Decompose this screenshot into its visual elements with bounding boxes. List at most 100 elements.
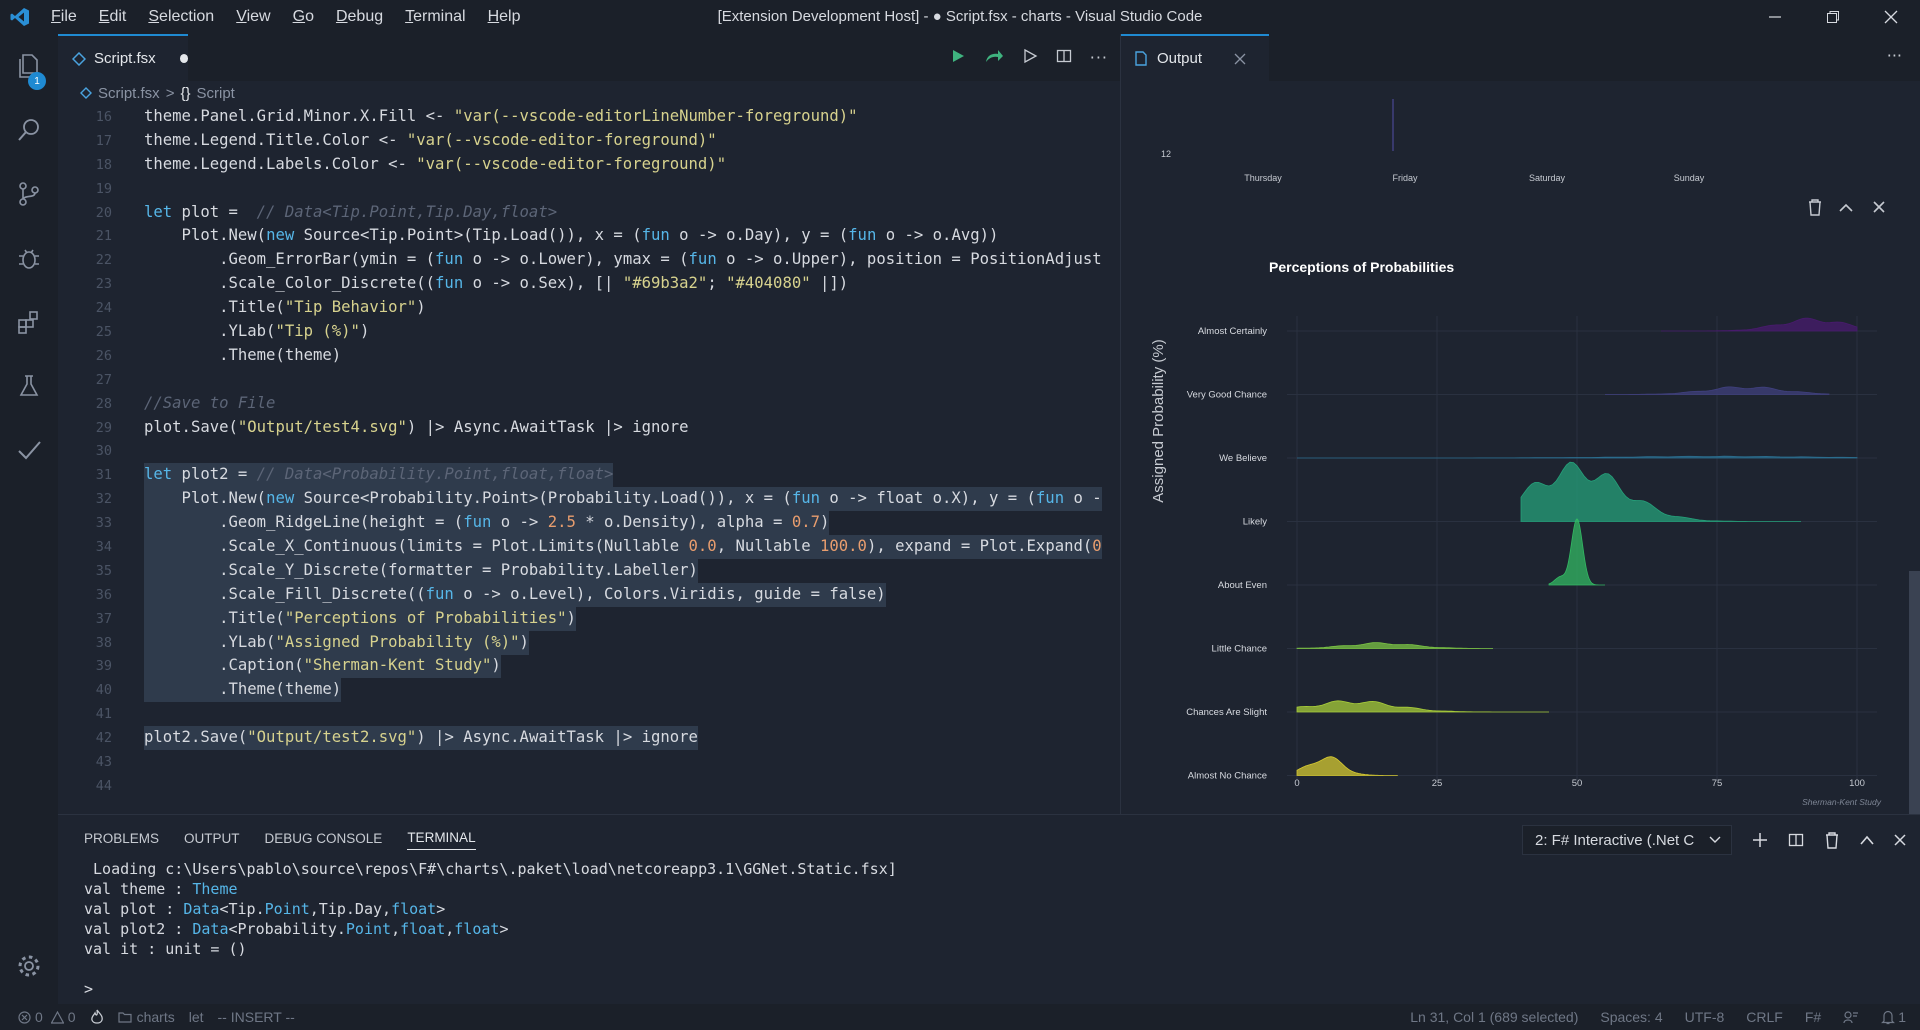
tab-output[interactable]: Output (1121, 34, 1269, 81)
testing-flask-icon[interactable] (0, 354, 58, 418)
code-editor[interactable]: 16 theme.Panel.Grid.Minor.X.Fill <- "var(… (58, 105, 1120, 798)
line-text: theme.Panel.Grid.Minor.X.Fill <- "var(--… (144, 107, 858, 125)
menu-file[interactable]: File (40, 0, 88, 34)
debug-icon[interactable] (0, 226, 58, 290)
panel-tab-problems[interactable]: PROBLEMS (84, 831, 159, 850)
code-line[interactable]: 20 let plot = // Data<Tip.Point,Tip.Day,f… (58, 201, 1120, 225)
trash-icon[interactable] (1809, 199, 1821, 216)
code-line[interactable]: 28 //Save to File (58, 392, 1120, 416)
code-line[interactable]: 37 .Title("Perceptions of Probabilities"… (58, 606, 1120, 631)
code-line[interactable]: 33 .Geom_RidgeLine(height = (fun o -> 2.… (58, 511, 1120, 536)
more-actions-icon[interactable]: ··· (1090, 48, 1108, 67)
line-text: .Geom_ErrorBar(ymin = (fun o -> o.Lower)… (144, 250, 1102, 269)
panel-tab-terminal[interactable]: TERMINAL (407, 830, 476, 850)
run-forward-icon[interactable] (984, 48, 1004, 68)
checkmark-icon[interactable] (0, 418, 58, 482)
code-line[interactable]: 44 (58, 774, 1120, 798)
category-label: Almost No Chance (1188, 771, 1267, 782)
add-terminal-icon[interactable] (1752, 832, 1768, 848)
line-number: 43 (95, 754, 112, 771)
run-icon[interactable] (950, 48, 966, 68)
chevron-right-icon: > (165, 84, 175, 102)
terminal-select[interactable]: 2: F# Interactive (.Net C (1522, 825, 1732, 855)
close-window-icon[interactable] (1862, 0, 1920, 34)
code-line[interactable]: 36 .Scale_Fill_Discrete((fun o -> o.Leve… (58, 582, 1120, 607)
flame-icon[interactable] (90, 1009, 104, 1025)
code-line[interactable]: 18 theme.Legend.Labels.Color <- "var(--vs… (58, 153, 1120, 177)
menu-edit[interactable]: Edit (88, 0, 138, 34)
maximize-panel-icon[interactable] (1860, 834, 1874, 846)
code-line[interactable]: 30 (58, 439, 1120, 463)
split-editor-icon[interactable] (1056, 48, 1072, 68)
code-line[interactable]: 43 (58, 750, 1120, 774)
menu-help[interactable]: Help (477, 0, 532, 34)
chevron-up-icon[interactable] (1839, 203, 1853, 212)
notifications-status[interactable]: 1 (1881, 1009, 1906, 1025)
close-tab-icon[interactable] (1234, 53, 1246, 65)
explorer-badge: 1 (28, 72, 46, 90)
terminal-text: <Tip.Point,Tip.Day,float> (219, 900, 446, 918)
panel-tab-debug-console[interactable]: DEBUG CONSOLE (265, 831, 383, 850)
minimize-icon[interactable] (1746, 0, 1804, 34)
chart-view: 12 Thursday Friday Saturday Sunday Perceptio… (1121, 81, 1920, 814)
terminal-output[interactable]: Loading c:\Users\pablo\source\repos\F#\c… (84, 859, 897, 999)
eol-status[interactable]: CRLF (1746, 1009, 1783, 1025)
menu-debug[interactable]: Debug (325, 0, 394, 34)
code-line[interactable]: 23 .Scale_Color_Discrete((fun o -> o.Sex… (58, 272, 1120, 296)
split-terminal-icon[interactable] (1788, 832, 1804, 848)
code-line[interactable]: 16 theme.Panel.Grid.Minor.X.Fill <- "var(… (58, 105, 1120, 129)
folder-status[interactable]: charts (117, 1009, 175, 1025)
explorer-icon[interactable]: 1 (0, 34, 58, 98)
unsaved-dot-icon[interactable] (179, 54, 188, 63)
encoding-status[interactable]: UTF-8 (1685, 1009, 1725, 1025)
cursor-position[interactable]: Ln 31, Col 1 (689 selected) (1410, 1009, 1578, 1025)
run-outline-icon[interactable] (1022, 48, 1038, 68)
indentation-status[interactable]: Spaces: 4 (1600, 1009, 1662, 1025)
code-line[interactable]: 21 Plot.New(new Source<Tip.Point>(Tip.Lo… (58, 224, 1120, 248)
search-icon[interactable] (0, 98, 58, 162)
problems-status[interactable]: 0 0 (18, 1009, 76, 1025)
tab-script-fsx[interactable]: Script.fsx (58, 34, 188, 81)
menu-terminal[interactable]: Terminal (394, 0, 476, 34)
code-line[interactable]: 39 .Caption("Sherman-Kent Study") (58, 654, 1120, 679)
code-line[interactable]: 29 plot.Save("Output/test4.svg") |> Async… (58, 416, 1120, 440)
code-line[interactable]: 24 .Title("Tip Behavior") (58, 296, 1120, 320)
close-panel-icon[interactable] (1894, 834, 1906, 846)
terminal-type: Theme (192, 880, 238, 898)
line-number: 42 (95, 730, 112, 747)
line-number: 44 (95, 777, 112, 794)
code-line[interactable]: 27 (58, 368, 1120, 392)
language-status[interactable]: F# (1805, 1009, 1821, 1025)
menu-selection[interactable]: Selection (137, 0, 225, 34)
restore-icon[interactable] (1804, 0, 1862, 34)
code-line[interactable]: 19 (58, 177, 1120, 201)
code-line[interactable]: 25 .YLab("Tip (%)") (58, 320, 1120, 344)
scrollbar[interactable] (1909, 571, 1920, 814)
source-control-icon[interactable] (0, 162, 58, 226)
breadcrumb-file[interactable]: Script.fsx (98, 85, 160, 102)
menu-view[interactable]: View (225, 0, 281, 34)
line-number: 37 (95, 610, 112, 627)
code-line[interactable]: 32 Plot.New(new Source<Probability.Point… (58, 487, 1120, 512)
warning-icon (50, 1010, 64, 1024)
feedback-icon[interactable] (1843, 1010, 1859, 1024)
panel-tab-output[interactable]: OUTPUT (184, 831, 240, 850)
code-line[interactable]: 40 .Theme(theme) (58, 678, 1120, 703)
code-line[interactable]: 17 theme.Legend.Title.Color <- "var(--vsc… (58, 129, 1120, 153)
code-line[interactable]: 38 .YLab("Assigned Probability (%)") (58, 630, 1120, 655)
breadcrumb-symbol[interactable]: Script (196, 85, 234, 102)
more-actions-icon[interactable]: ··· (1887, 46, 1902, 65)
code-line[interactable]: 35 .Scale_Y_Discrete(formatter = Probabi… (58, 558, 1120, 583)
menu-go[interactable]: Go (282, 0, 325, 34)
code-line[interactable]: 34 .Scale_X_Continuous(limits = Plot.Lim… (58, 535, 1120, 559)
gear-icon[interactable] (0, 938, 58, 994)
extensions-icon[interactable] (0, 290, 58, 354)
code-line[interactable]: 42 plot2.Save("Output/test2.svg") |> Asyn… (58, 726, 1120, 751)
activity-bar: 1 (0, 34, 58, 1004)
close-chart-icon[interactable] (1873, 201, 1885, 213)
code-line[interactable]: 41 (58, 702, 1120, 726)
code-line[interactable]: 22 .Geom_ErrorBar(ymin = (fun o -> o.Low… (58, 248, 1120, 272)
code-line[interactable]: 26 .Theme(theme) (58, 344, 1120, 368)
trash-icon[interactable] (1824, 831, 1840, 849)
code-line[interactable]: 31 let plot2 = // Data<Probability.Point,… (58, 463, 1120, 488)
